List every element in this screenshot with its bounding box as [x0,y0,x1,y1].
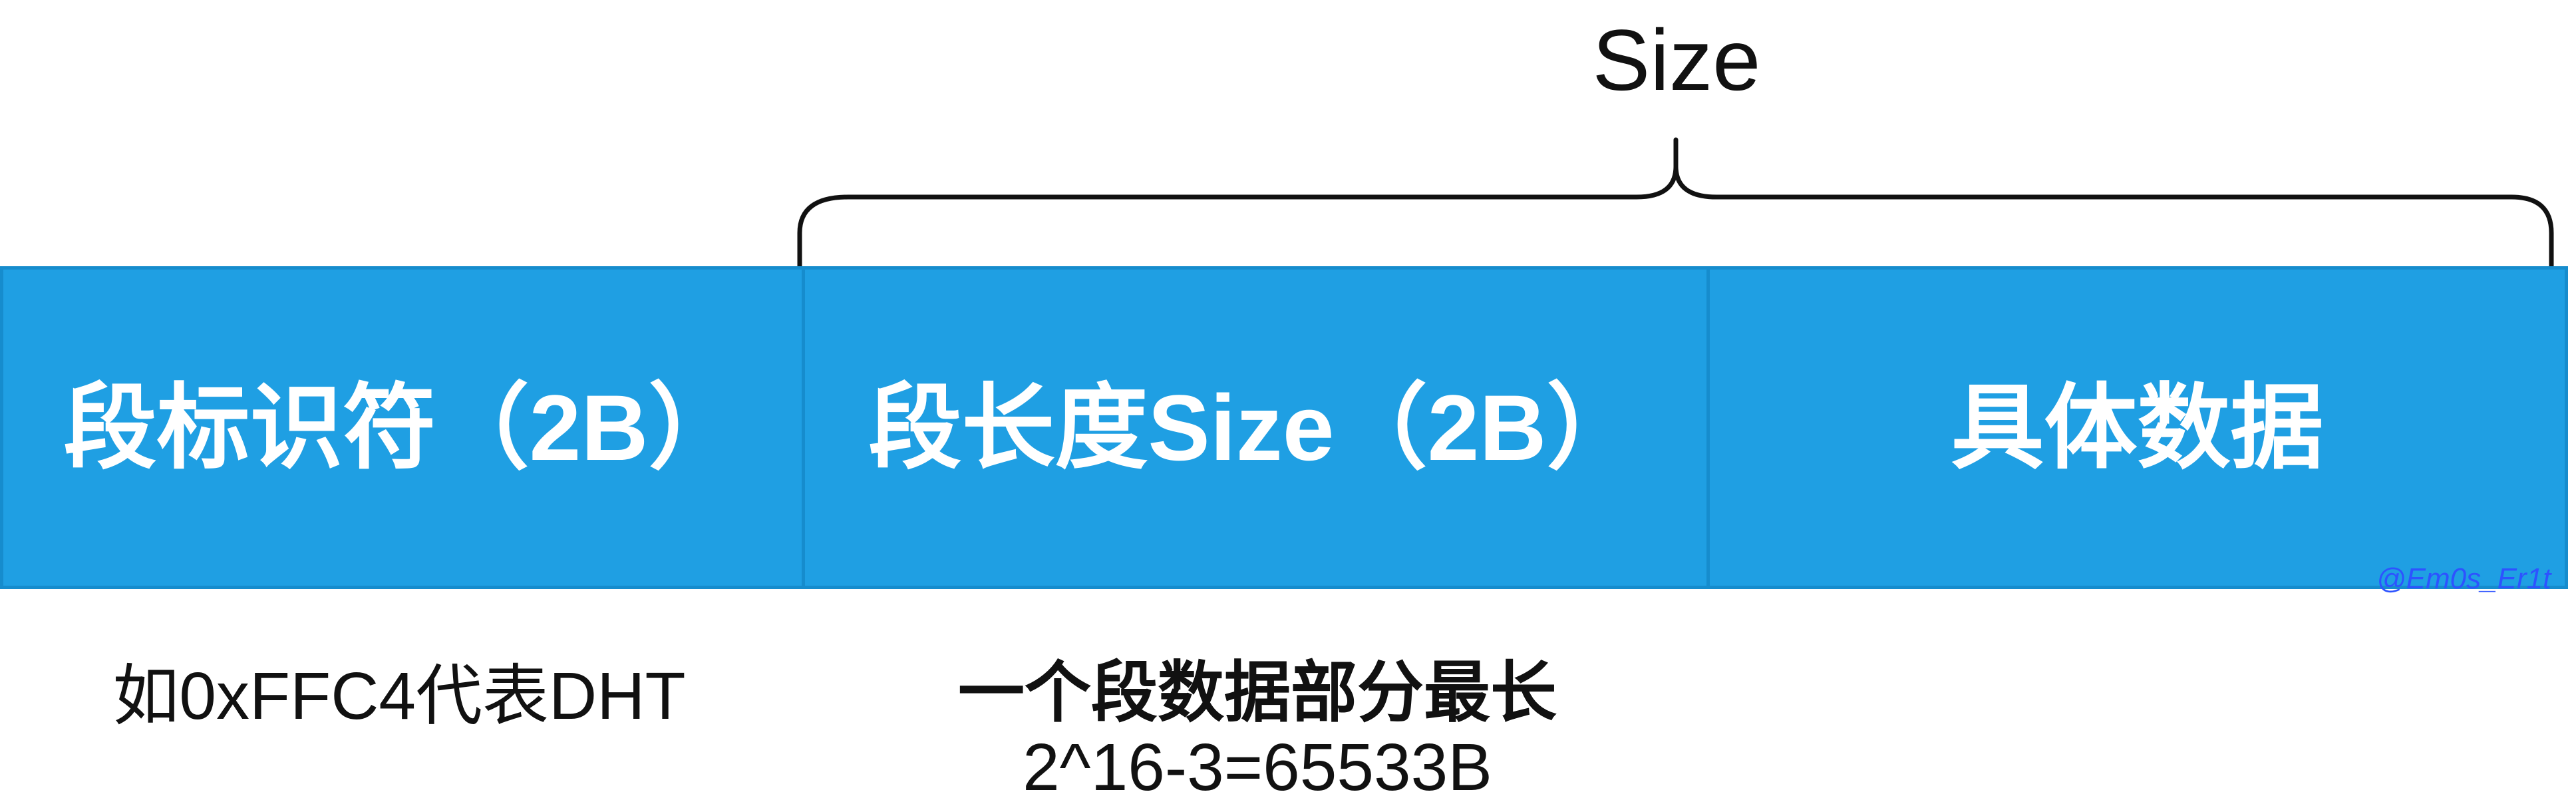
segment-length-note-line1: 一个段数据部分最长 [958,656,1557,730]
segment-length-note-line2: 2^16-3=65533B [1023,730,1492,804]
segment-length-note: 一个段数据部分最长 2^16-3=65533B [905,656,1610,804]
watermark: @Em0s_Er1t [2376,562,2551,595]
segment-length-box: 段长度Size（2B） [868,375,1640,480]
segment-marker-box: 段标识符（2B） [63,375,742,480]
jpeg-segment-diagram: Size 段标识符（2B） 段长度Size（2B） 具体数据 @Em0s_Er1… [0,0,2576,804]
segment-data-box: 具体数据 [1951,375,2324,480]
size-brace [797,137,2554,272]
segment-id-note: 如0xFFC4代表DHT [100,659,699,733]
segment-bar: 段标识符（2B） 段长度Size（2B） 具体数据 [0,266,2568,589]
segment-id-note-text: 如0xFFC4代表DHT [112,659,686,733]
